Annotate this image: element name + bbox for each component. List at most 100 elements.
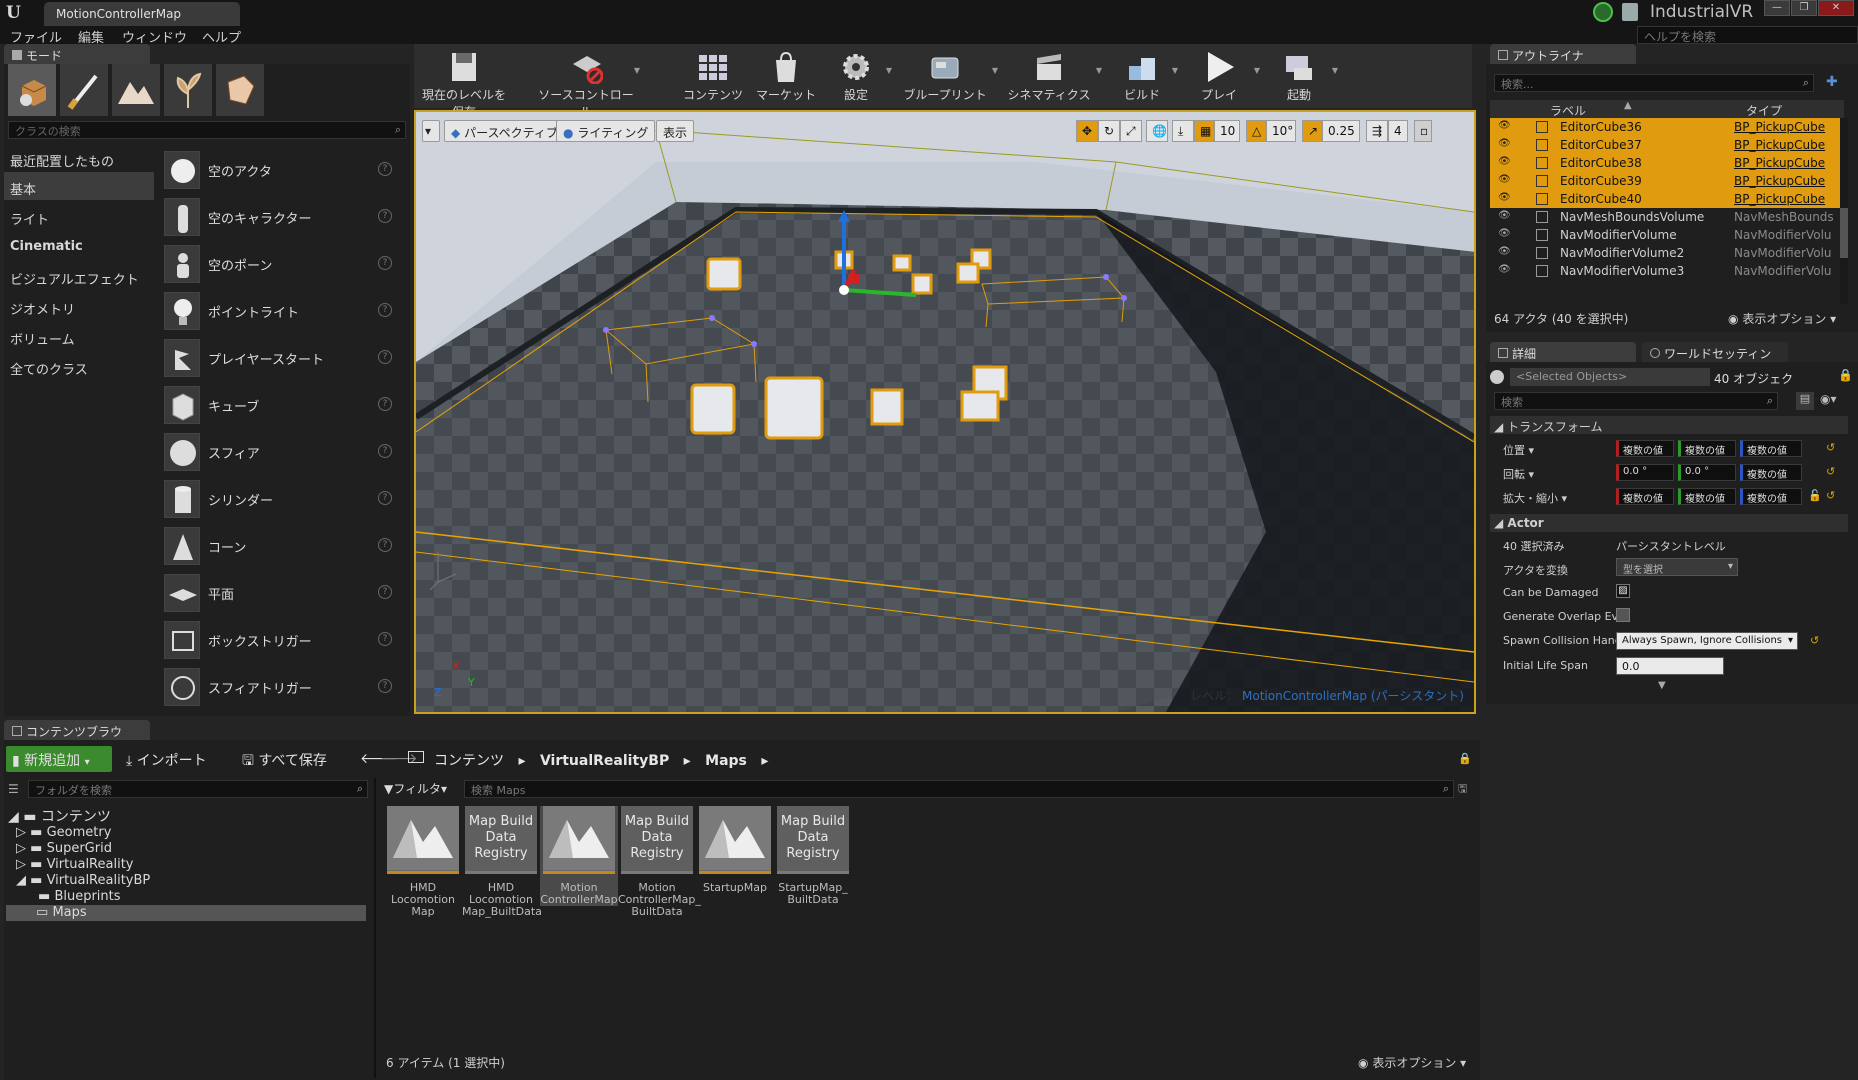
visibility-eye-icon[interactable]: 👁 [1498,120,1512,131]
outliner-scroll-thumb[interactable] [1840,208,1848,258]
place-sphere[interactable]: スフィア? [158,430,402,474]
asset-tile[interactable]: Map Build Data Registry Motion Controller… [618,806,701,918]
visibility-eye-icon[interactable]: 👁 [1498,264,1512,275]
geometry-mode-icon[interactable] [216,64,264,116]
outliner-row[interactable]: 👁 EditorCube36 BP_PickupCube [1490,118,1840,136]
location-y-field[interactable]: 複数の値 [1678,440,1736,457]
label-column-header[interactable]: ラベル [1550,102,1586,119]
place-cube[interactable]: キューブ? [158,383,402,427]
scale-x-field[interactable]: 複数の値 [1616,488,1674,505]
foliage-mode-icon[interactable] [164,64,212,116]
document-tab[interactable]: MotionControllerMap [44,2,240,26]
visibility-eye-icon[interactable]: 👁 [1498,156,1512,167]
tree-item-virtualrealitybp[interactable]: ◢ ▬ VirtualRealityBP [16,873,150,888]
save-all-button[interactable]: 🖫 すべて保存 [236,746,333,772]
outliner-row[interactable]: 👁 EditorCube39 BP_PickupCube [1490,172,1840,190]
actor-type[interactable]: BP_PickupCube [1734,120,1825,134]
actor-type[interactable]: BP_PickupCube [1734,192,1825,206]
content-browser-tab[interactable]: コンテンツブラウ [4,720,150,740]
modes-tab[interactable]: モード [4,44,150,64]
category-cinematic[interactable]: Cinematic [4,232,154,260]
outliner-search-input[interactable]: 検索... ⌕ [1494,74,1814,92]
place-mode-icon[interactable] [8,64,56,116]
tree-item-blueprints[interactable]: ▬ Blueprints [38,889,121,904]
asset-tile[interactable]: StartupMap [696,806,774,894]
advanced-expand-icon[interactable]: ▼ [1658,680,1666,691]
import-button[interactable]: ⤓ インポート [120,746,213,772]
scale-y-field[interactable]: 複数の値 [1678,488,1736,505]
outliner-row[interactable]: 👁 NavModifierVolume3 NavModifierVolu [1490,262,1840,280]
reset-scale-icon[interactable]: ↺ [1826,489,1835,502]
landscape-mode-icon[interactable] [112,64,160,116]
outliner-row[interactable]: 👁 EditorCube37 BP_PickupCube [1490,136,1840,154]
reset-spawn-collision-icon[interactable]: ↺ [1810,634,1819,647]
outliner-row[interactable]: 👁 NavModifierVolume2 NavModifierVolu [1490,244,1840,262]
visibility-eye-icon[interactable]: 👁 [1498,228,1512,239]
rotation-z-field[interactable]: 複数の値 [1740,464,1802,481]
spawn-collision-dropdown[interactable]: Always Spawn, Ignore Collisions ▾ [1616,632,1798,650]
convert-actor-dropdown[interactable]: 型を選択 ▾ [1616,558,1738,576]
place-cone[interactable]: コーン? [158,524,402,568]
outliner-row[interactable]: 👁 NavModifierVolume NavModifierVolu [1490,226,1840,244]
add-new-button[interactable]: ▮ 新規追加 ▾ [6,746,112,772]
lock-icon[interactable]: 🔒 [1838,368,1853,382]
actor-type[interactable]: BP_PickupCube [1734,138,1825,152]
unreal-logo-icon[interactable]: U [6,3,26,23]
category-basic[interactable]: 基本 [4,172,154,200]
category-geometry[interactable]: ジオメトリ [4,292,154,320]
place-point-light[interactable]: ポイントライト? [158,289,402,333]
rotation-x-field[interactable]: 0.0 ° [1616,464,1674,481]
location-label[interactable]: 位置 ▾ [1503,442,1534,458]
category-recent[interactable]: 最近配置したもの [4,144,154,172]
tree-item-virtualreality[interactable]: ▷ ▬ VirtualReality [16,857,133,872]
camera-speed-value[interactable]: 4 [1388,120,1408,142]
outliner-tab[interactable]: アウトライナ [1490,44,1636,64]
visibility-eye-icon[interactable]: ◉▾ [1820,392,1837,406]
generate-overlap-checkbox[interactable] [1616,608,1630,622]
asset-tile[interactable]: Motion ControllerMap [540,806,618,906]
reset-location-icon[interactable]: ↺ [1826,441,1835,454]
place-sphere-trigger[interactable]: スフィアトリガー? [158,665,402,709]
place-cylinder[interactable]: シリンダー? [158,477,402,521]
scale-label[interactable]: 拡大・縮小 ▾ [1503,490,1567,506]
source-control-status-icon[interactable] [1593,2,1613,22]
category-all-classes[interactable]: 全てのクラス [4,352,154,380]
folder-search-input[interactable]: フォルダを検索 ⌕ [28,780,368,798]
details-tab[interactable]: 詳細 [1490,342,1636,362]
type-column-header[interactable]: タイプ [1746,102,1782,119]
outliner-add-icon[interactable]: ✚ [1826,74,1844,92]
visibility-eye-icon[interactable]: 👁 [1498,246,1512,257]
minimize-button[interactable]: — [1764,0,1790,16]
selected-objects-field[interactable]: <Selected Objects> [1510,368,1710,386]
category-volumes[interactable]: ボリューム [4,322,154,350]
outliner-scrollbar[interactable] [1840,118,1848,304]
outliner-row[interactable]: 👁 EditorCube38 BP_PickupCube [1490,154,1840,172]
close-button[interactable]: ✕ [1818,0,1854,16]
can-be-damaged-checkbox[interactable]: ▨ [1616,584,1630,598]
outliner-row[interactable]: 👁 NavMeshBoundsVolume NavMeshBounds [1490,208,1840,226]
outliner-row[interactable]: 👁 EditorCube40 BP_PickupCube [1490,190,1840,208]
location-z-field[interactable]: 複数の値 [1740,440,1802,457]
place-plane[interactable]: 平面? [158,571,402,615]
property-matrix-icon[interactable]: ▤ [1796,392,1814,410]
lock-icon[interactable]: 🔒 [1458,752,1472,765]
actor-type[interactable]: BP_PickupCube [1734,174,1825,188]
category-visual-effects[interactable]: ビジュアルエフェクト [4,262,154,290]
class-search-input[interactable]: クラスの検索 ⌕ [8,121,406,139]
scale-z-field[interactable]: 複数の値 [1740,488,1802,505]
location-x-field[interactable]: 複数の値 [1616,440,1674,457]
scale-lock-icon[interactable]: 🔓 [1808,489,1822,502]
tree-root-content[interactable]: ◢ ▬ コンテンツ [8,806,111,826]
asset-tile[interactable]: Map Build Data Registry StartupMap_ Built… [774,806,852,906]
outliner-view-options[interactable]: ◉ 表示オプション ▾ [1728,310,1836,327]
actor-section-header[interactable]: ◢ Actor [1490,514,1848,532]
category-lights[interactable]: ライト [4,202,154,230]
details-search-input[interactable]: 検索 ⌕ [1494,392,1778,410]
transform-section-header[interactable]: ◢ トランスフォーム [1490,416,1848,434]
asset-tile[interactable]: Map Build Data Registry HMD Locomotion Ma… [462,806,542,918]
place-empty-pawn[interactable]: 空のポーン? [158,242,402,286]
menu-help[interactable]: ヘルプ [202,27,241,46]
initial-life-span-field[interactable]: 0.0 [1616,657,1724,675]
visibility-eye-icon[interactable]: 👁 [1498,138,1512,149]
tree-item-geometry[interactable]: ▷ ▬ Geometry [16,825,111,840]
